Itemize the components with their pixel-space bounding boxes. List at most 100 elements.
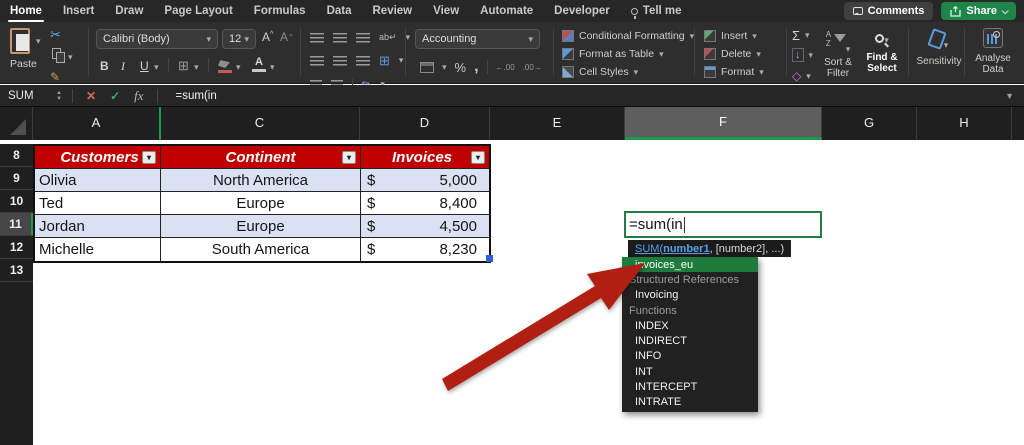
comma-style-button[interactable]: , xyxy=(474,58,478,76)
bold-button[interactable]: B xyxy=(100,59,109,73)
autocomplete-item-indirect[interactable]: INDIRECT xyxy=(622,333,758,348)
underline-chevron[interactable]: ▾ xyxy=(154,62,159,73)
merge-chevron[interactable]: ▾ xyxy=(399,55,404,66)
cell-customer[interactable]: Olivia xyxy=(35,169,161,192)
row-header-13[interactable]: 13 xyxy=(0,259,33,282)
font-size-select[interactable]: 12▾ xyxy=(222,29,256,49)
font-color-chevron[interactable]: ▾ xyxy=(270,62,275,73)
merge-center-icon[interactable]: ⊞ xyxy=(379,56,390,66)
wrap-text-chevron[interactable]: ▾ xyxy=(406,32,411,43)
format-cells-button[interactable]: Format▾ xyxy=(704,66,764,78)
sensitivity-button[interactable]: ▾ Sensitivity xyxy=(916,30,962,67)
paste-menu-chevron[interactable]: ▾ xyxy=(36,36,41,47)
table-resize-handle[interactable] xyxy=(486,255,493,262)
name-box-stepper[interactable]: ▲▼ xyxy=(52,90,66,102)
expand-formula-bar-icon[interactable]: ▼ xyxy=(1005,91,1014,101)
tab-draw[interactable]: Draw xyxy=(115,5,143,17)
tab-insert[interactable]: Insert xyxy=(63,5,94,17)
paste-button[interactable]: Paste xyxy=(10,28,37,70)
header-invoices[interactable]: Invoices ▾ xyxy=(361,146,489,169)
tab-page-layout[interactable]: Page Layout xyxy=(164,5,232,17)
accounting-chevron[interactable]: ▾ xyxy=(442,62,447,73)
autocomplete-item-index[interactable]: INDEX xyxy=(622,318,758,333)
font-name-select[interactable]: Calibri (Body)▾ xyxy=(96,29,218,49)
row-header-11[interactable]: 11 xyxy=(0,213,33,236)
align-right-icon[interactable] xyxy=(356,56,370,66)
share-button[interactable]: Share xyxy=(941,2,1016,20)
conditional-formatting-button[interactable]: Conditional Formatting▾ xyxy=(562,30,694,42)
row-header-9[interactable]: 9 xyxy=(0,167,33,190)
column-header-d[interactable]: D xyxy=(360,107,490,140)
align-center-icon[interactable] xyxy=(333,56,347,66)
column-header-e[interactable]: E xyxy=(490,107,625,140)
tab-data[interactable]: Data xyxy=(327,5,352,17)
column-header-a[interactable]: A xyxy=(33,107,160,140)
delete-cells-button[interactable]: Delete▾ xyxy=(704,48,761,60)
format-painter-icon[interactable]: ✎ xyxy=(50,70,60,84)
cell-styles-button[interactable]: Cell Styles▾ xyxy=(562,66,638,78)
align-middle-icon[interactable] xyxy=(333,33,347,43)
find-select-button[interactable]: ▾ Find & Select xyxy=(862,30,902,74)
formula-input[interactable]: =sum(in xyxy=(176,90,217,102)
cell-customer[interactable]: Michelle xyxy=(35,238,161,261)
align-bottom-icon[interactable] xyxy=(356,33,370,43)
cell-invoice[interactable]: $ 8,230 xyxy=(361,238,489,261)
underline-button[interactable]: U xyxy=(140,59,149,73)
cell-invoice[interactable]: $ 5,000 xyxy=(361,169,489,192)
autocomplete-item-info[interactable]: INFO xyxy=(622,349,758,364)
comments-button[interactable]: Comments xyxy=(844,2,934,20)
align-left-icon[interactable] xyxy=(310,56,324,66)
autosum-button[interactable]: Σ▾ xyxy=(792,28,810,43)
format-as-table-button[interactable]: Format as Table▾ xyxy=(562,48,664,60)
align-top-icon[interactable] xyxy=(310,33,324,43)
cell-continent[interactable]: Europe xyxy=(161,192,361,215)
analyse-data-button[interactable]: Analyse Data xyxy=(970,28,1016,75)
italic-button[interactable]: I xyxy=(121,59,125,74)
cell-continent[interactable]: North America xyxy=(161,169,361,192)
increase-decimal-button[interactable]: .00→ xyxy=(523,63,542,72)
cell-invoice[interactable]: $ 8,400 xyxy=(361,192,489,215)
grow-font-button[interactable]: A^ xyxy=(262,30,273,44)
row-header-12[interactable]: 12 xyxy=(0,236,33,259)
fill-color-chevron[interactable]: ▾ xyxy=(236,62,241,73)
cell-customer[interactable]: Ted xyxy=(35,192,161,215)
tab-home[interactable]: Home xyxy=(10,5,42,17)
cut-icon[interactable]: ✂ xyxy=(50,27,61,43)
autocomplete-item-invoices-eu[interactable]: invoices_eu xyxy=(622,257,758,272)
number-format-select[interactable]: Accounting▾ xyxy=(415,29,540,49)
filter-button[interactable]: ▾ xyxy=(471,151,485,164)
borders-chevron[interactable]: ▾ xyxy=(194,62,199,73)
clear-button[interactable]: ◇▾ xyxy=(792,69,811,83)
font-color-button[interactable]: A xyxy=(252,56,266,72)
column-header-c[interactable]: C xyxy=(160,107,360,140)
tab-automate[interactable]: Automate xyxy=(480,5,533,17)
autocomplete-item-intrate[interactable]: INTRATE xyxy=(622,395,758,410)
tab-review[interactable]: Review xyxy=(373,5,413,17)
confirm-icon[interactable]: ✓ xyxy=(110,89,120,103)
shrink-font-button[interactable]: A⌄ xyxy=(280,30,294,44)
percent-style-button[interactable]: % xyxy=(455,60,467,75)
autocomplete-item-intercept[interactable]: INTERCEPT xyxy=(622,379,758,394)
column-header-f[interactable]: F xyxy=(625,107,822,140)
fill-button[interactable]: ↓▾ xyxy=(792,48,813,62)
insert-cells-button[interactable]: Insert▾ xyxy=(704,30,757,42)
tab-developer[interactable]: Developer xyxy=(554,5,610,17)
header-continent[interactable]: Continent ▾ xyxy=(161,146,361,169)
wrap-text-icon[interactable]: ab↵ xyxy=(379,32,397,43)
tab-formulas[interactable]: Formulas xyxy=(254,5,306,17)
autocomplete-item-invoicing[interactable]: Invoicing xyxy=(622,288,758,303)
autocomplete-item-int[interactable]: INT xyxy=(622,364,758,379)
row-header-10[interactable]: 10 xyxy=(0,190,33,213)
insert-function-icon[interactable]: fx xyxy=(134,88,143,104)
tab-view[interactable]: View xyxy=(433,5,459,17)
decrease-decimal-button[interactable]: ←.00 xyxy=(496,63,515,72)
cell-continent[interactable]: Europe xyxy=(161,215,361,238)
accounting-format-icon[interactable] xyxy=(420,62,434,73)
cancel-icon[interactable]: ✕ xyxy=(86,89,96,103)
column-header-g[interactable]: G xyxy=(822,107,917,140)
filter-button[interactable]: ▾ xyxy=(142,151,156,164)
header-customers[interactable]: Customers ▾ xyxy=(35,146,161,169)
cell-customer[interactable]: Jordan xyxy=(35,215,161,238)
cell-invoice[interactable]: $ 4,500 xyxy=(361,215,489,238)
filter-button[interactable]: ▾ xyxy=(342,151,356,164)
